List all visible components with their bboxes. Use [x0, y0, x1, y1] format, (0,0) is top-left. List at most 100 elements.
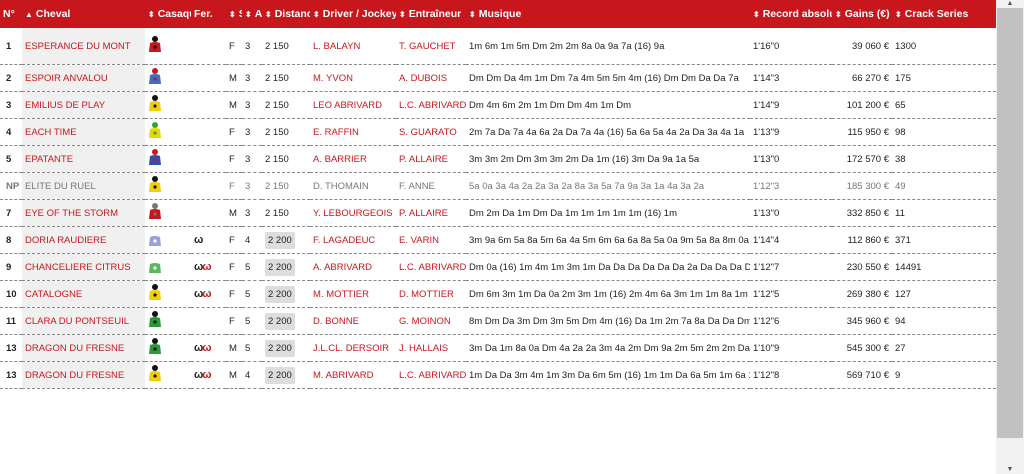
- cell-entraineur[interactable]: A. DUBOIS: [396, 64, 466, 92]
- col-header-distance[interactable]: ⬍Distance: [262, 0, 310, 28]
- cell-cheval[interactable]: EACH TIME: [22, 118, 145, 146]
- cell-entraineur[interactable]: L.C. ABRIVARD: [396, 361, 466, 389]
- vertical-scrollbar[interactable]: ▲ ▼: [996, 0, 1024, 474]
- cell-cheval[interactable]: DORIA RAUDIERE: [22, 226, 145, 254]
- cell-cheval[interactable]: ESPERANCE DU MONT: [22, 28, 145, 65]
- col-header-sexe[interactable]: ⬍S: [226, 0, 242, 28]
- cell-driver[interactable]: J.L.CL. DERSOIR: [310, 334, 396, 362]
- cell-entraineur[interactable]: P. ALLAIRE: [396, 145, 466, 173]
- horse-name-link[interactable]: ELITE DU RUEL: [25, 181, 96, 192]
- horse-name-link[interactable]: DRAGON DU FRESNE: [25, 370, 124, 381]
- col-header-num[interactable]: N°: [0, 0, 22, 28]
- cell-entraineur[interactable]: D. MOTTIER: [396, 280, 466, 308]
- table-row[interactable]: 5 EPATANTE F 3 2 150 A. BARRIER P. ALLAIRE 3m 3…: [0, 145, 996, 173]
- cell-entraineur[interactable]: L.C. ABRIVARD: [396, 253, 466, 281]
- driver-link[interactable]: J.L.CL. DERSOIR: [313, 343, 389, 354]
- horse-name-link[interactable]: EPATANTE: [25, 154, 73, 165]
- driver-link[interactable]: M. ABRIVARD: [313, 370, 374, 381]
- driver-link[interactable]: A. BARRIER: [313, 154, 367, 165]
- table-row[interactable]: 10 CATALOGNE ωω F 5 2 200 M. MOTTIER D. MOTTIER…: [0, 280, 996, 308]
- col-header-fer[interactable]: Fer.: [191, 0, 226, 28]
- table-row[interactable]: 13 DRAGON DU FRESNE ωω M 4 2 200 M. ABRIVARD L.…: [0, 361, 996, 389]
- col-header-casaque[interactable]: ⬍Casaque: [145, 0, 191, 28]
- cell-driver[interactable]: D. BONNE: [310, 307, 396, 335]
- trainer-link[interactable]: F. ANNE: [399, 181, 435, 192]
- table-row[interactable]: 9 CHANCELIERE CITRUS ωω F 5 2 200 A. ABRIVARD L…: [0, 253, 996, 281]
- table-row[interactable]: 1 ESPERANCE DU MONT F 3 2 150 L. BALAYN T. GAU…: [0, 28, 996, 65]
- trainer-link[interactable]: T. GAUCHET: [399, 41, 455, 52]
- cell-cheval[interactable]: EYE OF THE STORM: [22, 199, 145, 227]
- driver-link[interactable]: L. BALAYN: [313, 41, 360, 52]
- col-header-entraineur[interactable]: ⬍ Entraîneur: [396, 0, 466, 28]
- horse-name-link[interactable]: EACH TIME: [25, 127, 77, 138]
- horse-name-link[interactable]: EMILIUS DE PLAY: [25, 100, 105, 111]
- horse-name-link[interactable]: CHANCELIERE CITRUS: [25, 262, 131, 273]
- trainer-link[interactable]: P. ALLAIRE: [399, 154, 448, 165]
- cell-driver[interactable]: L. BALAYN: [310, 28, 396, 65]
- cell-cheval[interactable]: CATALOGNE: [22, 280, 145, 308]
- driver-link[interactable]: E. RAFFIN: [313, 127, 359, 138]
- trainer-link[interactable]: L.C. ABRIVARD: [399, 100, 466, 111]
- driver-link[interactable]: F. LAGADEUC: [313, 235, 375, 246]
- cell-entraineur[interactable]: F. ANNE: [396, 172, 466, 200]
- cell-driver[interactable]: M. ABRIVARD: [310, 361, 396, 389]
- cell-driver[interactable]: F. LAGADEUC: [310, 226, 396, 254]
- cell-driver[interactable]: M. MOTTIER: [310, 280, 396, 308]
- horse-name-link[interactable]: ESPERANCE DU MONT: [25, 41, 131, 52]
- driver-link[interactable]: D. THOMAIN: [313, 181, 369, 192]
- driver-link[interactable]: Y. LEBOURGEOIS: [313, 208, 393, 219]
- cell-entraineur[interactable]: T. GAUCHET: [396, 28, 466, 65]
- driver-link[interactable]: A. ABRIVARD: [313, 262, 372, 273]
- col-header-crack[interactable]: ⬍ Crack Series: [892, 0, 996, 28]
- scroll-down-icon[interactable]: ▼: [996, 466, 1024, 474]
- table-row[interactable]: 8 DORIA RAUDIERE ω F 4 2 200 F. LAGADEUC E. VAR…: [0, 226, 996, 254]
- driver-link[interactable]: M. MOTTIER: [313, 289, 369, 300]
- table-row[interactable]: 2 ESPOIR ANVALOU M 3 2 150 M. YVON A. DUBOIS Dm…: [0, 64, 996, 92]
- cell-driver[interactable]: M. YVON: [310, 64, 396, 92]
- horse-name-link[interactable]: CATALOGNE: [25, 289, 82, 300]
- driver-link[interactable]: M. YVON: [313, 73, 353, 84]
- cell-cheval[interactable]: DRAGON DU FRESNE: [22, 361, 145, 389]
- col-header-age[interactable]: ⬍ A: [242, 0, 262, 28]
- cell-entraineur[interactable]: G. MOINON: [396, 307, 466, 335]
- cell-driver[interactable]: A. BARRIER: [310, 145, 396, 173]
- horse-name-link[interactable]: DRAGON DU FRESNE: [25, 343, 124, 354]
- cell-entraineur[interactable]: J. HALLAIS: [396, 334, 466, 362]
- horse-name-link[interactable]: EYE OF THE STORM: [25, 208, 118, 219]
- table-row[interactable]: 11 CLARA DU PONTSEUIL F 5 2 200 D. BONNE G. MO…: [0, 307, 996, 335]
- cell-driver[interactable]: A. ABRIVARD: [310, 253, 396, 281]
- cell-driver[interactable]: Y. LEBOURGEOIS: [310, 199, 396, 227]
- trainer-link[interactable]: E. VARIN: [399, 235, 439, 246]
- horse-name-link[interactable]: ESPOIR ANVALOU: [25, 73, 108, 84]
- cell-entraineur[interactable]: S. GUARATO: [396, 118, 466, 146]
- cell-cheval[interactable]: CLARA DU PONTSEUIL: [22, 307, 145, 335]
- trainer-link[interactable]: J. HALLAIS: [399, 343, 448, 354]
- trainer-link[interactable]: L.C. ABRIVARD: [399, 262, 466, 273]
- cell-entraineur[interactable]: P. ALLAIRE: [396, 199, 466, 227]
- cell-driver[interactable]: D. THOMAIN: [310, 172, 396, 200]
- table-row[interactable]: 7 EYE OF THE STORM M 3 2 150 Y. LEBOURGEOIS P.…: [0, 199, 996, 227]
- cell-cheval[interactable]: EMILIUS DE PLAY: [22, 91, 145, 119]
- col-header-musique[interactable]: ⬍ Musique: [466, 0, 750, 28]
- trainer-link[interactable]: L.C. ABRIVARD: [399, 370, 466, 381]
- trainer-link[interactable]: S. GUARATO: [399, 127, 457, 138]
- trainer-link[interactable]: A. DUBOIS: [399, 73, 447, 84]
- table-row[interactable]: 13 DRAGON DU FRESNE ωω M 5 2 200 J.L.CL. DERSO…: [0, 334, 996, 362]
- cell-cheval[interactable]: CHANCELIERE CITRUS: [22, 253, 145, 281]
- col-header-cheval[interactable]: ▲ Cheval: [22, 0, 145, 28]
- cell-cheval[interactable]: ELITE DU RUEL: [22, 172, 145, 200]
- trainer-link[interactable]: G. MOINON: [399, 316, 451, 327]
- scrollbar-thumb[interactable]: [997, 8, 1023, 438]
- cell-cheval[interactable]: DRAGON DU FRESNE: [22, 334, 145, 362]
- cell-cheval[interactable]: EPATANTE: [22, 145, 145, 173]
- table-row[interactable]: 4 EACH TIME F 3 2 150 E. RAFFIN S. GUARATO 2m 7…: [0, 118, 996, 146]
- cell-entraineur[interactable]: L.C. ABRIVARD: [396, 91, 466, 119]
- scroll-up-icon[interactable]: ▲: [996, 0, 1024, 8]
- cell-entraineur[interactable]: E. VARIN: [396, 226, 466, 254]
- cell-cheval[interactable]: ESPOIR ANVALOU: [22, 64, 145, 92]
- driver-link[interactable]: D. BONNE: [313, 316, 359, 327]
- cell-driver[interactable]: LEO ABRIVARD: [310, 91, 396, 119]
- col-header-record[interactable]: ⬍ Record absolu: [750, 0, 832, 28]
- table-row[interactable]: 3 EMILIUS DE PLAY M 3 2 150 LEO ABRIVARD L.C. …: [0, 91, 996, 119]
- trainer-link[interactable]: D. MOTTIER: [399, 289, 454, 300]
